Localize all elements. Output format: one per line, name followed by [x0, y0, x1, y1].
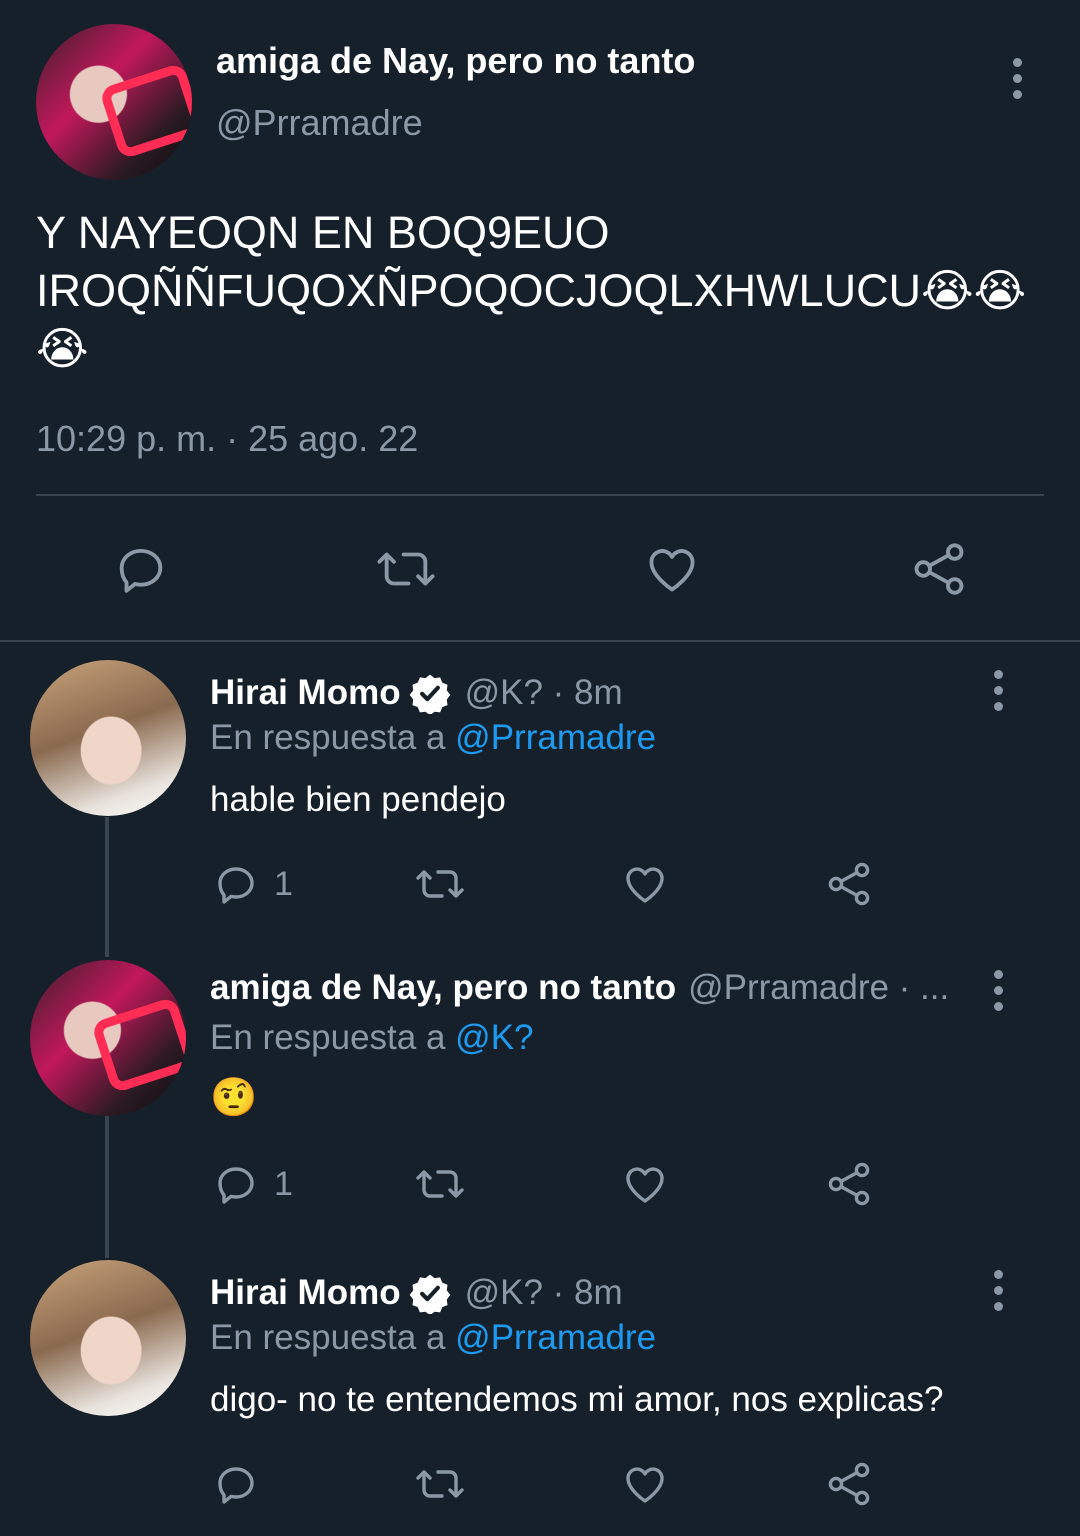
- reply-icon[interactable]: [112, 540, 170, 598]
- handle-time[interactable]: @K? · 8m: [465, 1273, 623, 1313]
- thread-line: [105, 817, 109, 957]
- retweet-icon[interactable]: [412, 860, 468, 908]
- author-handle[interactable]: @Prramadre: [216, 102, 423, 144]
- kebab-menu-icon[interactable]: [990, 970, 1006, 1018]
- reply-header: amiga de Nay, pero no tanto @Prramadre ·…: [210, 968, 949, 1008]
- reply-header: Hirai Momo @K? · 8m: [210, 1272, 623, 1314]
- reply-text: hable bien pendejo: [210, 780, 506, 819]
- reply-icon[interactable]: [212, 860, 260, 908]
- tweet-text-line: IROQÑÑFUQOXÑPOQOCJOQLXHWLUCU😭😭: [36, 265, 1027, 316]
- like-icon[interactable]: [620, 860, 670, 908]
- share-icon[interactable]: [824, 860, 874, 908]
- share-icon[interactable]: [824, 1460, 874, 1508]
- reply-header: Hirai Momo @K? · 8m: [210, 672, 623, 714]
- verified-badge-icon: [409, 1272, 451, 1314]
- author-name[interactable]: amiga de Nay, pero no tanto: [216, 40, 695, 82]
- like-icon[interactable]: [620, 1160, 670, 1208]
- reply-count: 1: [274, 864, 293, 903]
- reply-to-link[interactable]: @Prramadre: [455, 718, 656, 757]
- tweet-timestamp[interactable]: 10:29 p. m. · 25 ago. 22: [36, 418, 418, 460]
- reply-context: En respuesta a @Prramadre: [210, 718, 657, 757]
- reply-context: En respuesta a @K?: [210, 1018, 534, 1057]
- reply-to-link[interactable]: @K?: [455, 1018, 533, 1057]
- avatar[interactable]: [30, 1260, 186, 1416]
- reply-context: En respuesta a @Prramadre: [210, 1318, 657, 1357]
- tweet-text: Y NAYEOQN EN BOQ9EUO IROQÑÑFUQOXÑPOQOCJO…: [36, 204, 1026, 378]
- kebab-menu-icon[interactable]: [990, 1270, 1006, 1318]
- author-name[interactable]: amiga de Nay, pero no tanto: [210, 968, 676, 1008]
- handle-time[interactable]: @Prramadre · ...: [688, 968, 949, 1008]
- reply-button[interactable]: 1: [212, 1160, 293, 1208]
- like-icon[interactable]: [620, 1460, 670, 1508]
- share-icon[interactable]: [824, 1160, 874, 1208]
- divider: [36, 494, 1044, 496]
- avatar[interactable]: [36, 24, 192, 180]
- verified-badge-icon: [409, 672, 451, 714]
- tweet-text-line: Y NAYEOQN EN BOQ9EUO: [36, 207, 610, 258]
- reply-text: digo- no te entendemos mi amor, nos expl…: [210, 1380, 944, 1419]
- section-divider: [0, 640, 1080, 642]
- retweet-icon[interactable]: [372, 540, 440, 598]
- like-icon[interactable]: [642, 540, 702, 598]
- thread-line: [105, 1116, 109, 1258]
- share-icon[interactable]: [910, 540, 968, 598]
- retweet-icon[interactable]: [412, 1460, 468, 1508]
- reply-to-link[interactable]: @Prramadre: [455, 1318, 656, 1357]
- avatar[interactable]: [30, 660, 186, 816]
- reply-icon[interactable]: [212, 1460, 260, 1508]
- reply-button[interactable]: 1: [212, 860, 293, 908]
- kebab-menu-icon[interactable]: [990, 670, 1006, 718]
- retweet-icon[interactable]: [412, 1160, 468, 1208]
- kebab-menu-icon[interactable]: [1009, 58, 1025, 106]
- author-name[interactable]: Hirai Momo: [210, 673, 401, 713]
- author-name[interactable]: Hirai Momo: [210, 1273, 401, 1313]
- handle-time[interactable]: @K? · 8m: [465, 673, 623, 713]
- tweet-text-line: 😭: [36, 323, 89, 374]
- reply-icon[interactable]: [212, 1160, 260, 1208]
- reply-count: 1: [274, 1164, 293, 1203]
- avatar[interactable]: [30, 960, 186, 1116]
- reply-text: 🤨: [210, 1077, 258, 1119]
